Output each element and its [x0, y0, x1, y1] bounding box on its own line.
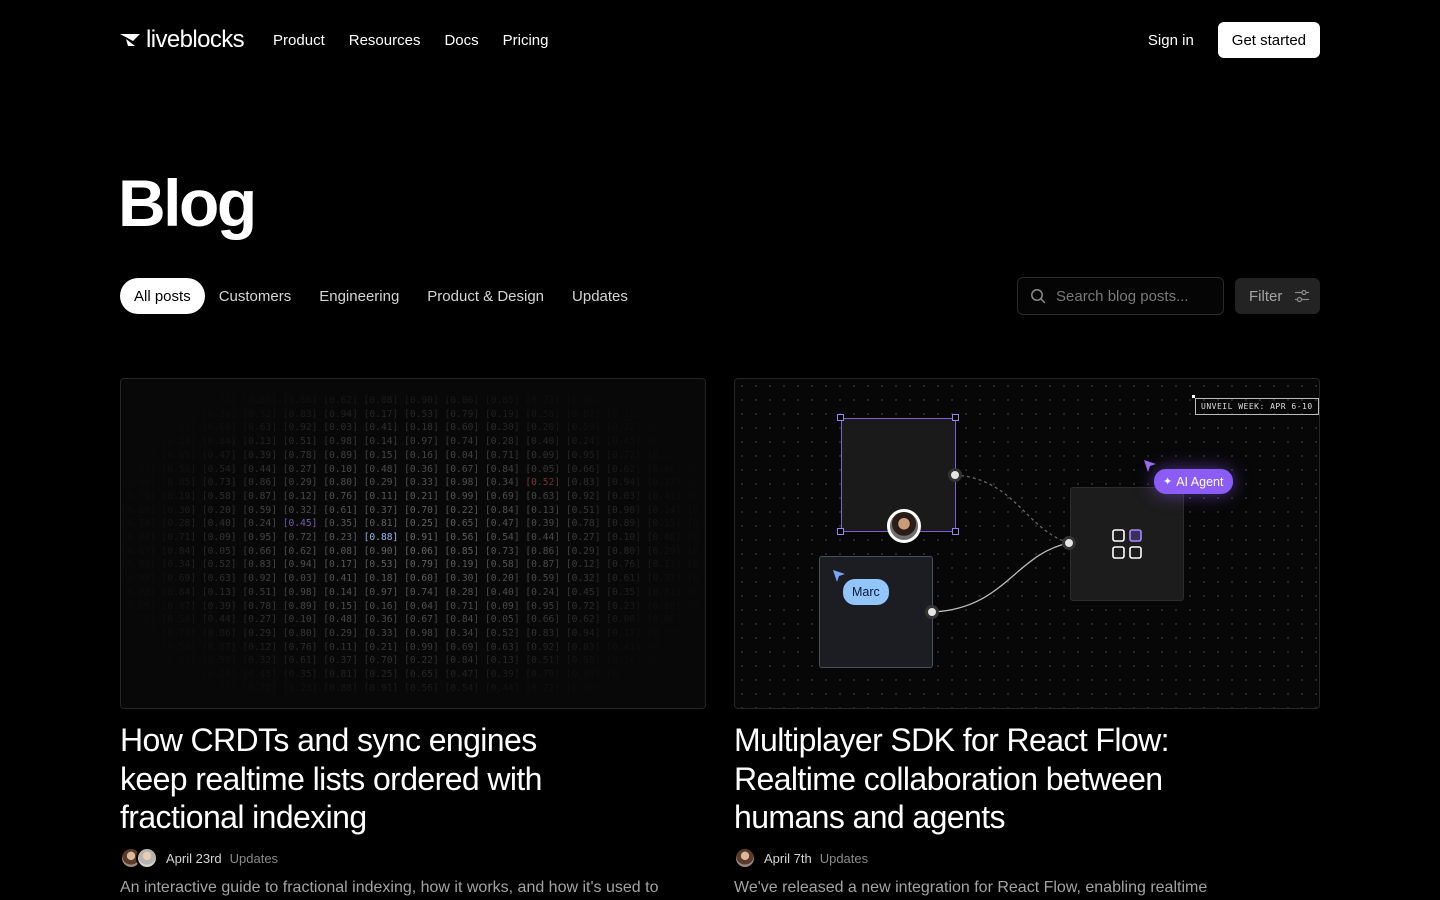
post-meta: April 7th Updates — [734, 847, 868, 869]
author-avatars — [120, 847, 158, 869]
post-category[interactable]: Updates — [820, 851, 868, 866]
post-image-fractional-indexing[interactable]: [0.36] [0.67] [0.84] [0.05] [0.66] [0.62… — [120, 378, 706, 709]
tab-all-posts[interactable]: All posts — [120, 278, 205, 314]
matrix-row: [0.65] [0.47] [0.39] [0.78] [0.89] [0.15… — [121, 600, 705, 612]
matrix-row: [0.30] [0.20] [0.59] [0.32] [0.61] [0.37… — [121, 655, 705, 667]
tab-engineering[interactable]: Engineering — [305, 278, 413, 314]
tab-updates[interactable]: Updates — [558, 278, 642, 314]
resize-handle[interactable] — [837, 414, 844, 421]
post-image-react-flow[interactable]: Marc ✦ AI Agent UNVEIL WEEK: APR 6-10 — [734, 378, 1320, 709]
matrix-row: [0.28] [0.40] [0.24] [0.45] [0.35] [0.81… — [121, 669, 705, 680]
matrix-row: [0.60] [0.30] [0.20] [0.59] [0.32] [0.61… — [121, 504, 705, 516]
matrix-row: [0.25] [0.65] [0.47] [0.39] [0.78] [0.89… — [121, 449, 705, 461]
filter-label: Filter — [1249, 287, 1283, 305]
grid-shapes-icon — [1112, 529, 1142, 559]
logo-text: liveblocks — [146, 26, 245, 53]
get-started-button[interactable]: Get started — [1217, 22, 1320, 58]
category-tabs: All posts Customers Engineering Product … — [120, 278, 642, 314]
matrix-row: [0.67] [0.84] [0.05] [0.66] [0.62] [0.08… — [121, 545, 705, 557]
search-input[interactable] — [1056, 287, 1206, 305]
avatar — [136, 847, 158, 869]
post-date: April 7th — [764, 850, 812, 866]
avatar — [734, 847, 756, 869]
user-cursor-label: Marc — [843, 579, 889, 605]
connection-handle[interactable] — [1062, 536, 1076, 550]
resize-handle[interactable] — [837, 528, 844, 535]
event-tag: UNVEIL WEEK: APR 6-10 — [1195, 398, 1319, 415]
matrix-row: [0.19] [0.58] [0.87] [0.12] [0.76] [0.11… — [121, 641, 705, 653]
cursor-icon — [833, 570, 845, 582]
resize-handle[interactable] — [952, 528, 959, 535]
liveblocks-logo-icon — [120, 34, 140, 46]
post-category[interactable]: Updates — [230, 851, 278, 866]
matrix-row: [0.99] [0.69] [0.63] [0.92] [0.03] [0.41… — [121, 573, 705, 585]
matrix-row: [0.85] [0.73] [0.86] [0.29] [0.80] [0.29… — [121, 627, 705, 639]
sign-in-link[interactable]: Sign in — [1148, 32, 1194, 49]
matrix-row: [0.22] [0.84] [0.13] [0.51] [0.98] [0.14… — [121, 586, 705, 598]
matrix-row: [0.04] [0.71] [0.09] [0.95] [0.72] [0.23… — [121, 532, 705, 543]
sparkle-icon: ✦ — [1163, 476, 1173, 488]
fractional-index-matrix: [0.36] [0.67] [0.84] [0.05] [0.66] [0.62… — [121, 379, 705, 708]
matrix-row: [0.36] [0.67] [0.84] [0.05] [0.66] [0.62… — [121, 395, 705, 406]
matrix-row: [0.79] [0.19] [0.58] [0.87] [0.12] [0.76… — [121, 490, 705, 502]
nav-link-product[interactable]: Product — [273, 32, 325, 49]
resize-handle[interactable] — [952, 414, 959, 421]
connection-handle[interactable] — [948, 468, 962, 482]
matrix-row: [0.56] [0.54] [0.44] [0.27] [0.10] [0.48… — [121, 614, 705, 626]
search-icon — [1031, 289, 1046, 304]
matrix-row: [0.91] [0.56] [0.54] [0.44] [0.27] [0.10… — [121, 463, 705, 475]
matrix-row: [0.74] [0.28] [0.40] [0.24] [0.45] [0.35… — [121, 518, 705, 530]
matrix-row: [0.70] [0.22] [0.84] [0.13] [0.51] [0.98… — [121, 436, 705, 448]
page-title: Blog — [118, 166, 257, 240]
matrix-row: [0.33] [0.98] [0.34] [0.52] [0.83] [0.94… — [121, 408, 705, 420]
matrix-row: [0.98] [0.34] [0.52] [0.83] [0.94] [0.17… — [121, 559, 705, 571]
nav-link-docs[interactable]: Docs — [444, 32, 478, 49]
filter-button[interactable]: Filter — [1235, 278, 1320, 314]
top-nav: liveblocks Product Resources Docs Pricin… — [120, 22, 1320, 58]
nav-actions: Sign in Get started — [1148, 22, 1320, 58]
avatar — [887, 509, 921, 543]
logo[interactable]: liveblocks — [120, 26, 245, 54]
post-title[interactable]: How CRDTs and sync engines keep realtime… — [120, 721, 600, 837]
post-title[interactable]: Multiplayer SDK for React Flow: Realtime… — [734, 721, 1214, 837]
nav-link-pricing[interactable]: Pricing — [503, 32, 549, 49]
connection-handle[interactable] — [925, 605, 939, 619]
post-date: April 23rd — [166, 850, 222, 866]
cursor-icon — [1144, 460, 1156, 472]
post-meta: April 23rd Updates — [120, 847, 278, 869]
nav-link-resources[interactable]: Resources — [349, 32, 421, 49]
cursor-name: Marc — [852, 585, 880, 599]
post-excerpt: An interactive guide to fractional index… — [120, 879, 659, 896]
author-avatars — [734, 847, 756, 869]
tab-customers[interactable]: Customers — [205, 278, 306, 314]
agent-name: AI Agent — [1176, 474, 1224, 489]
tab-product-design[interactable]: Product & Design — [413, 278, 558, 314]
sliders-icon — [1295, 289, 1310, 303]
post-excerpt: We've released a new integration for Rea… — [734, 879, 1208, 896]
agent-cursor-label: ✦ AI Agent — [1154, 469, 1234, 494]
search-box[interactable] — [1017, 277, 1224, 315]
matrix-row: [0.21] [0.99] [0.69] [0.63] [0.92] [0.03… — [121, 422, 705, 434]
matrix-row: [0.71] [0.09] [0.95] [0.72] [0.23] [0.88… — [121, 682, 705, 694]
nav-links: Product Resources Docs Pricing — [273, 32, 548, 49]
matrix-row: [0.06] [0.85] [0.73] [0.86] [0.29] [0.80… — [121, 477, 705, 489]
